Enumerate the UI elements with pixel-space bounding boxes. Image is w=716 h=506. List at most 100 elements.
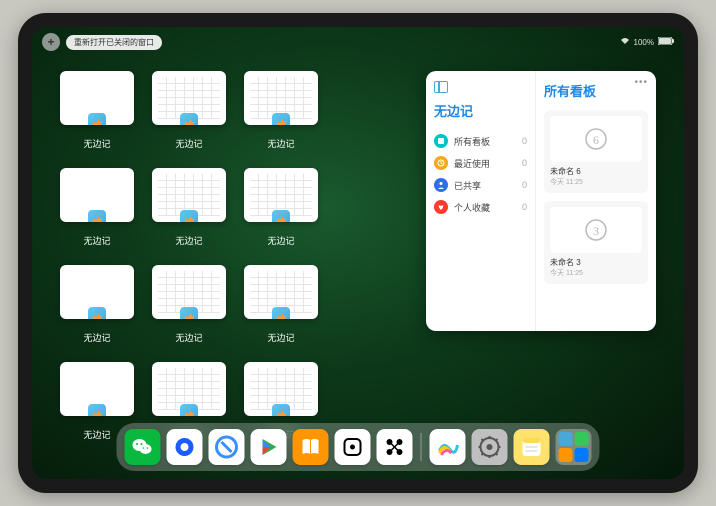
reopen-closed-window-button[interactable]: 重新打开已关闭的窗口: [66, 35, 162, 50]
dock-app-wechat[interactable]: [125, 429, 161, 465]
thumbnail-preview: [60, 265, 134, 319]
sidebar-item-label: 已共享: [454, 179, 481, 192]
dock-separator: [421, 433, 422, 461]
board-preview: 3: [550, 207, 642, 253]
board-date: 今天 11:25: [550, 177, 642, 187]
content-area: 无边记无边记无边记无边记无边记无边记无边记无边记无边记无边记无边记无边记 无边记…: [60, 71, 656, 423]
freeform-app-icon: [272, 113, 290, 125]
thumbnail-preview: [60, 71, 134, 125]
window-thumbnail[interactable]: 无边记: [244, 265, 318, 344]
thumbnail-label: 无边记: [175, 137, 202, 150]
thumbnail-preview: [244, 362, 318, 416]
dock-app-notes[interactable]: [514, 429, 550, 465]
dock-app-books[interactable]: [293, 429, 329, 465]
thumbnail-label: 无边记: [267, 331, 294, 344]
dock-app-freeform[interactable]: [430, 429, 466, 465]
thumbnail-preview: [152, 362, 226, 416]
window-thumbnail[interactable]: 无边记: [152, 265, 226, 344]
thumbnail-label: 无边记: [267, 234, 294, 247]
thumbnail-preview: [60, 362, 134, 416]
panel-main: ••• 所有看板 6未命名 6今天 11:253未命名 3今天 11:25: [536, 71, 656, 331]
clock-icon: [434, 156, 448, 170]
thumbnail-preview: [244, 265, 318, 319]
window-thumbnail[interactable]: 无边记: [60, 265, 134, 344]
sidebar-item[interactable]: 已共享 0: [434, 174, 527, 196]
battery-percent: 100%: [634, 38, 654, 47]
panel-sidebar: 无边记 所有看板 0 最近使用 0 已共享 0 个人收藏 0: [426, 71, 536, 331]
freeform-app-icon: [180, 307, 198, 319]
window-thumbnails-grid: 无边记无边记无边记无边记无边记无边记无边记无边记无边记无边记无边记无边记: [60, 71, 410, 423]
board-name: 未命名 6: [550, 166, 642, 177]
dock: [117, 423, 600, 471]
board-card[interactable]: 3 未命名 3今天 11:25: [544, 201, 648, 284]
thumbnail-label: 无边记: [83, 331, 110, 344]
sidebar-item[interactable]: 所有看板 0: [434, 130, 527, 152]
sidebar-item-count: 0: [522, 158, 527, 168]
freeform-app-icon: [88, 113, 106, 125]
thumbnail-label: 无边记: [83, 137, 110, 150]
window-thumbnail[interactable]: 无边记: [244, 71, 318, 150]
svg-text:3: 3: [593, 224, 599, 238]
sidebar-item[interactable]: 最近使用 0: [434, 152, 527, 174]
status-indicators: 100%: [620, 37, 674, 47]
freeform-app-icon: [272, 404, 290, 416]
panel-section-title: 所有看板: [544, 81, 648, 100]
sidebar-item-count: 0: [522, 136, 527, 146]
sidebar-item-label: 个人收藏: [454, 201, 490, 214]
thumbnail-preview: [152, 71, 226, 125]
ipad-screen: + 重新打开已关闭的窗口 100% 无边记无边记无边记无边记无边记无边记无边记无…: [32, 27, 684, 479]
board-name: 未命名 3: [550, 257, 642, 268]
thumbnail-label: 无边记: [83, 234, 110, 247]
thumbnail-preview: [60, 168, 134, 222]
dock-app-connect[interactable]: [377, 429, 413, 465]
board-preview: 6: [550, 116, 642, 162]
freeform-app-icon: [180, 210, 198, 222]
thumbnail-label: 无边记: [175, 234, 202, 247]
freeform-panel: 无边记 所有看板0最近使用0已共享0个人收藏0 ••• 所有看板 6未命名 6今…: [426, 71, 656, 331]
panel-more-button[interactable]: •••: [634, 77, 648, 88]
ipad-frame: + 重新打开已关闭的窗口 100% 无边记无边记无边记无边记无边记无边记无边记无…: [18, 13, 698, 493]
freeform-app-icon: [272, 210, 290, 222]
panel-app-title: 无边记: [434, 101, 527, 120]
thumbnail-label: 无边记: [83, 428, 110, 441]
board-card[interactable]: 6 未命名 6今天 11:25: [544, 110, 648, 193]
freeform-app-icon: [272, 307, 290, 319]
heart-icon: [434, 200, 448, 214]
freeform-app-icon: [88, 307, 106, 319]
new-window-button[interactable]: +: [42, 33, 60, 51]
freeform-app-icon: [88, 210, 106, 222]
sidebar-toggle-icon[interactable]: [434, 81, 448, 93]
dock-app-play[interactable]: [251, 429, 287, 465]
dock-app-dice[interactable]: [335, 429, 371, 465]
dock-app-library[interactable]: [556, 429, 592, 465]
dock-app-uc[interactable]: [209, 429, 245, 465]
sidebar-item-count: 0: [522, 202, 527, 212]
person-icon: [434, 178, 448, 192]
sidebar-item-count: 0: [522, 180, 527, 190]
dock-app-settings[interactable]: [472, 429, 508, 465]
freeform-app-icon: [180, 404, 198, 416]
box-icon: [434, 134, 448, 148]
freeform-app-icon: [88, 404, 106, 416]
wifi-icon: [620, 37, 630, 47]
sidebar-item-label: 所有看板: [454, 135, 490, 148]
window-thumbnail[interactable]: 无边记: [152, 168, 226, 247]
thumbnail-preview: [244, 71, 318, 125]
thumbnail-label: 无边记: [267, 137, 294, 150]
window-thumbnail[interactable]: 无边记: [60, 168, 134, 247]
window-thumbnail[interactable]: 无边记: [152, 71, 226, 150]
sidebar-item[interactable]: 个人收藏 0: [434, 196, 527, 218]
status-bar: + 重新打开已关闭的窗口 100%: [42, 33, 674, 51]
board-date: 今天 11:25: [550, 268, 642, 278]
thumbnail-preview: [244, 168, 318, 222]
thumbnail-preview: [152, 168, 226, 222]
sidebar-item-label: 最近使用: [454, 157, 490, 170]
thumbnail-label: 无边记: [175, 331, 202, 344]
window-thumbnail[interactable]: 无边记: [60, 71, 134, 150]
battery-icon: [658, 37, 674, 47]
thumbnail-preview: [152, 265, 226, 319]
dock-app-qqbrowser[interactable]: [167, 429, 203, 465]
window-thumbnail[interactable]: 无边记: [244, 168, 318, 247]
freeform-app-icon: [180, 113, 198, 125]
svg-text:6: 6: [593, 133, 599, 147]
